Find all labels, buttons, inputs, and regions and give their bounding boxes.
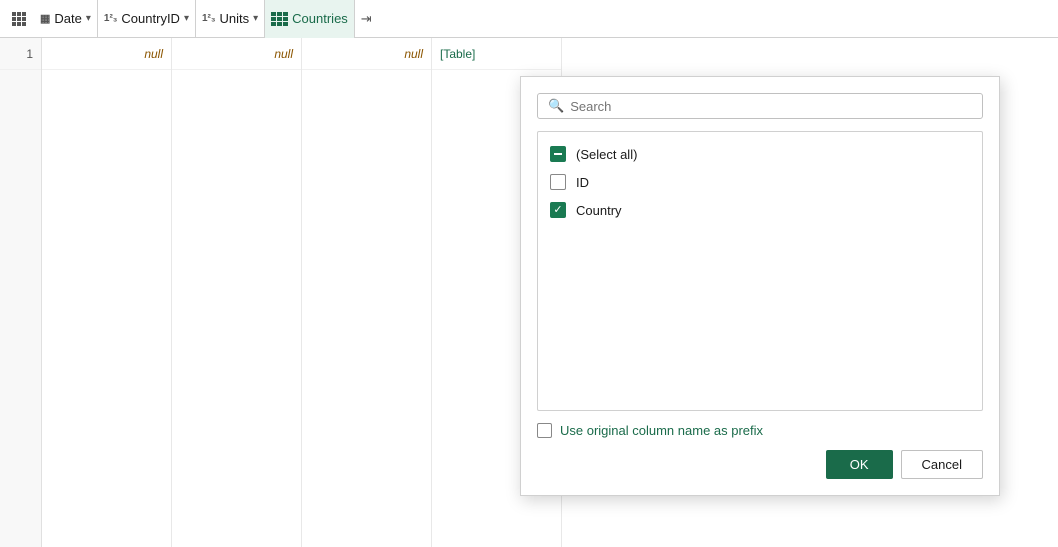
- country-id-data-column: null: [172, 38, 302, 547]
- id-col-label: ID: [576, 175, 589, 190]
- row-number-column: 1: [0, 38, 42, 547]
- countries-cell-1: [Table]: [432, 38, 561, 70]
- grid-view-button[interactable]: [4, 4, 34, 34]
- date-data-column: null: [42, 38, 172, 547]
- column-checkbox-list: (Select all) ID ✓ Country: [537, 131, 983, 411]
- col-date-label: Date: [54, 11, 81, 26]
- select-all-checkbox[interactable]: [550, 146, 566, 162]
- col-countries-label: Countries: [292, 11, 348, 26]
- grid-icon: [12, 12, 26, 26]
- checkmark-icon: ✓: [553, 205, 562, 216]
- cancel-button[interactable]: Cancel: [901, 450, 983, 479]
- dialog-footer: OK Cancel: [537, 450, 983, 479]
- ok-button[interactable]: OK: [826, 450, 893, 479]
- col-header-date[interactable]: ▦ Date ▾: [34, 0, 98, 38]
- col-header-countries[interactable]: Countries: [265, 0, 355, 38]
- units-cell-1: null: [302, 38, 431, 70]
- date-cell-1: null: [42, 38, 171, 70]
- countries-table-icon: [271, 12, 288, 26]
- country-id-cell-1: null: [172, 38, 301, 70]
- partial-indicator: [554, 153, 562, 155]
- col-units-label: Units: [220, 11, 250, 26]
- id-col-item[interactable]: ID: [538, 168, 982, 196]
- country-checkbox[interactable]: ✓: [550, 202, 566, 218]
- prefix-label: Use original column name as prefix: [560, 423, 763, 438]
- units-data-column: null: [302, 38, 432, 547]
- col-header-country-id[interactable]: 1²₃ CountryID ▾: [98, 0, 196, 38]
- id-checkbox[interactable]: [550, 174, 566, 190]
- search-input[interactable]: [570, 99, 972, 114]
- header-bar: ▦ Date ▾ 1²₃ CountryID ▾ 1²₃ Units ▾ Cou…: [0, 0, 1058, 38]
- select-all-label: (Select all): [576, 147, 637, 162]
- search-container: 🔍: [537, 93, 983, 119]
- country-id-dropdown-arrow[interactable]: ▾: [184, 13, 189, 24]
- col-country-id-label: CountryID: [121, 11, 180, 26]
- prefix-checkbox[interactable]: [537, 423, 552, 438]
- col-header-units[interactable]: 1²₃ Units ▾: [196, 0, 265, 38]
- date-type-icon: ▦: [40, 12, 50, 25]
- country-id-type-icon: 1²₃: [104, 13, 118, 24]
- search-icon: 🔍: [548, 98, 564, 114]
- table-area: 1 null null null [Table] 🔍: [0, 38, 1058, 547]
- date-dropdown-arrow[interactable]: ▾: [86, 13, 91, 24]
- prefix-row: Use original column name as prefix: [537, 423, 983, 438]
- expand-button[interactable]: ⇥: [355, 11, 378, 27]
- units-dropdown-arrow[interactable]: ▾: [253, 13, 258, 24]
- units-type-icon: 1²₃: [202, 13, 216, 24]
- country-col-label: Country: [576, 203, 622, 218]
- row-number-1: 1: [0, 38, 41, 70]
- select-all-item[interactable]: (Select all): [538, 140, 982, 168]
- country-col-item[interactable]: ✓ Country: [538, 196, 982, 224]
- expand-columns-dialog: 🔍 (Select all) ID ✓ Country: [520, 76, 1000, 496]
